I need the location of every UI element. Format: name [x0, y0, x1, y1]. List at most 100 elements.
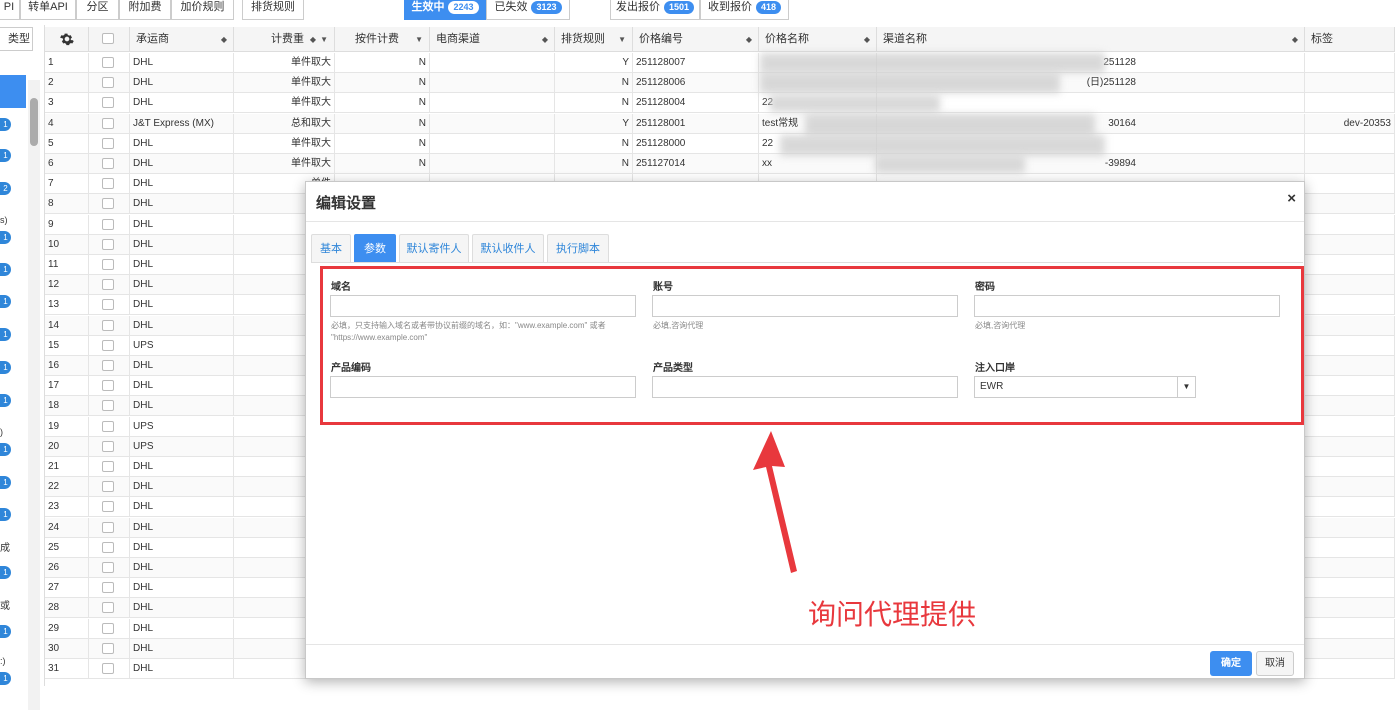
header-ecom-channel[interactable]: 电商渠道 ◆ — [430, 27, 555, 52]
row-checkbox[interactable] — [102, 380, 114, 392]
row-checkbox[interactable] — [102, 440, 114, 452]
row-checkbox[interactable] — [102, 663, 114, 674]
row-checkbox[interactable] — [102, 400, 114, 412]
row-checkbox[interactable] — [102, 360, 114, 371]
table-row[interactable]: 2 DHL 单件取大 N N 251128006 (日)251128 — [45, 73, 1395, 94]
tab-active-status[interactable]: 生效中 2243 — [404, 0, 486, 20]
select-all-checkbox[interactable] — [102, 33, 114, 44]
row-checkbox[interactable] — [102, 279, 114, 291]
header-weight[interactable]: 计费重 ◆ ▼ — [234, 27, 335, 52]
row-checkbox[interactable] — [102, 57, 114, 68]
row-checkbox[interactable] — [102, 461, 114, 472]
row-checkbox[interactable] — [102, 602, 114, 614]
sort-icon[interactable]: ◆ — [746, 27, 752, 51]
grid-settings-icon[interactable] — [45, 27, 89, 52]
sort-icon[interactable]: ◆ — [864, 27, 870, 51]
surcharge-button[interactable]: 附加费 — [119, 0, 171, 20]
product-code-input[interactable] — [330, 376, 636, 398]
cell-carrier: J&T Express (MX) — [130, 113, 234, 134]
row-checkbox[interactable] — [102, 562, 114, 573]
sidebar-item-label: :) — [0, 656, 6, 666]
sort-icon[interactable]: ◆ — [310, 27, 316, 51]
sort-icon[interactable]: ◆ — [1292, 27, 1298, 51]
row-select-cell — [89, 396, 130, 417]
row-checkbox[interactable] — [102, 178, 114, 190]
header-ship-rule[interactable]: 排货规则 ▼ — [555, 27, 633, 52]
cell-n: 23 — [45, 497, 89, 518]
password-input[interactable] — [974, 295, 1280, 317]
cell-carrier: DHL — [130, 174, 234, 195]
cell-price-no: 251127014 — [633, 154, 759, 174]
tab-basic[interactable]: 基本 — [311, 234, 351, 263]
row-checkbox[interactable] — [102, 501, 114, 513]
table-row[interactable]: 3 DHL 单件取大 N N 251128004 22 — [45, 93, 1395, 114]
cell-n: 29 — [45, 618, 89, 639]
header-price-no[interactable]: 价格编号 ◆ — [633, 27, 759, 52]
header-tag[interactable]: 标签 — [1305, 27, 1395, 52]
header-per-piece[interactable]: 按件计费 ▼ — [335, 27, 430, 52]
sidebar-selected-item[interactable] — [0, 75, 26, 108]
table-row[interactable]: 1 DHL 单件取大 N Y 251128007 251128 — [45, 53, 1395, 73]
cell-carrier: UPS — [130, 436, 234, 457]
type-filter-header[interactable]: 类型 — [0, 27, 33, 51]
header-carrier[interactable]: 承运商 ◆ — [130, 27, 234, 52]
header-price-name[interactable]: 价格名称 ◆ — [759, 27, 877, 52]
column-menu-icon[interactable]: ▼ — [320, 27, 328, 51]
order-api-button[interactable]: 转单API — [20, 0, 76, 20]
sidebar-scroll-thumb[interactable] — [30, 98, 38, 146]
row-checkbox[interactable] — [102, 541, 114, 553]
close-icon[interactable]: × — [1287, 190, 1296, 207]
api-button[interactable]: PI — [0, 0, 20, 20]
cell-carrier: DHL — [130, 578, 234, 599]
header-channel-label: 渠道名称 — [883, 33, 927, 45]
tab-received-quotes[interactable]: 收到报价 418 — [700, 0, 789, 20]
table-row[interactable]: 5 DHL 单件取大 N N 251128000 22 — [45, 133, 1395, 154]
row-checkbox[interactable] — [102, 622, 114, 634]
sidebar-item-label: ) — [0, 427, 3, 437]
row-checkbox[interactable] — [102, 319, 114, 331]
confirm-button[interactable]: 确定 — [1210, 651, 1252, 676]
row-checkbox[interactable] — [102, 117, 114, 129]
tab-params[interactable]: 参数 — [354, 234, 396, 263]
sidebar-scrollbar[interactable] — [28, 80, 40, 710]
shipping-rule-button[interactable]: 排货规则 — [242, 0, 304, 20]
row-checkbox[interactable] — [102, 521, 114, 533]
row-checkbox[interactable] — [102, 218, 114, 230]
column-menu-icon[interactable]: ▼ — [618, 27, 626, 51]
row-checkbox[interactable] — [102, 481, 114, 493]
cell-weight: 单件取大 — [234, 133, 335, 154]
product-type-input[interactable] — [652, 376, 958, 398]
account-input[interactable] — [652, 295, 958, 317]
header-channel-name[interactable]: 渠道名称 ◆ — [877, 27, 1305, 52]
row-checkbox[interactable] — [102, 582, 114, 594]
row-checkbox[interactable] — [102, 642, 114, 654]
tab-sent-quotes[interactable]: 发出报价 1501 — [610, 0, 700, 20]
row-checkbox[interactable] — [102, 339, 114, 351]
cell-per-piece: N — [335, 154, 430, 174]
column-menu-icon[interactable]: ▼ — [415, 27, 423, 51]
row-checkbox[interactable] — [102, 238, 114, 250]
tab-default-sender[interactable]: 默认寄件人 — [399, 234, 469, 263]
tab-expired-status[interactable]: 已失效 3123 — [486, 0, 570, 20]
row-checkbox[interactable] — [102, 137, 114, 149]
row-checkbox[interactable] — [102, 420, 114, 432]
domain-input[interactable] — [330, 295, 636, 317]
zone-button[interactable]: 分区 — [76, 0, 119, 20]
table-row[interactable]: 4 J&T Express (MX) 总和取大 N Y 251128001 test常规 30… — [45, 113, 1395, 134]
cell-n: 1 — [45, 53, 89, 73]
sidebar-count-badge: 1 — [0, 672, 11, 685]
cancel-button[interactable]: 取消 — [1256, 651, 1294, 676]
row-checkbox[interactable] — [102, 77, 114, 89]
tab-default-recipient[interactable]: 默认收件人 — [472, 234, 544, 263]
markup-rule-button[interactable]: 加价规则 — [171, 0, 234, 20]
row-checkbox[interactable] — [102, 198, 114, 210]
tab-execute-script[interactable]: 执行脚本 — [547, 234, 609, 263]
row-checkbox[interactable] — [102, 259, 114, 270]
row-checkbox[interactable] — [102, 299, 114, 311]
row-checkbox[interactable] — [102, 158, 114, 169]
table-row[interactable]: 6 DHL 单件取大 N N 251127014 xx -39894 — [45, 154, 1395, 174]
sort-icon[interactable]: ◆ — [221, 27, 227, 51]
row-checkbox[interactable] — [102, 97, 114, 109]
port-select[interactable]: EWR ▼ — [974, 376, 1196, 398]
sort-icon[interactable]: ◆ — [542, 27, 548, 51]
